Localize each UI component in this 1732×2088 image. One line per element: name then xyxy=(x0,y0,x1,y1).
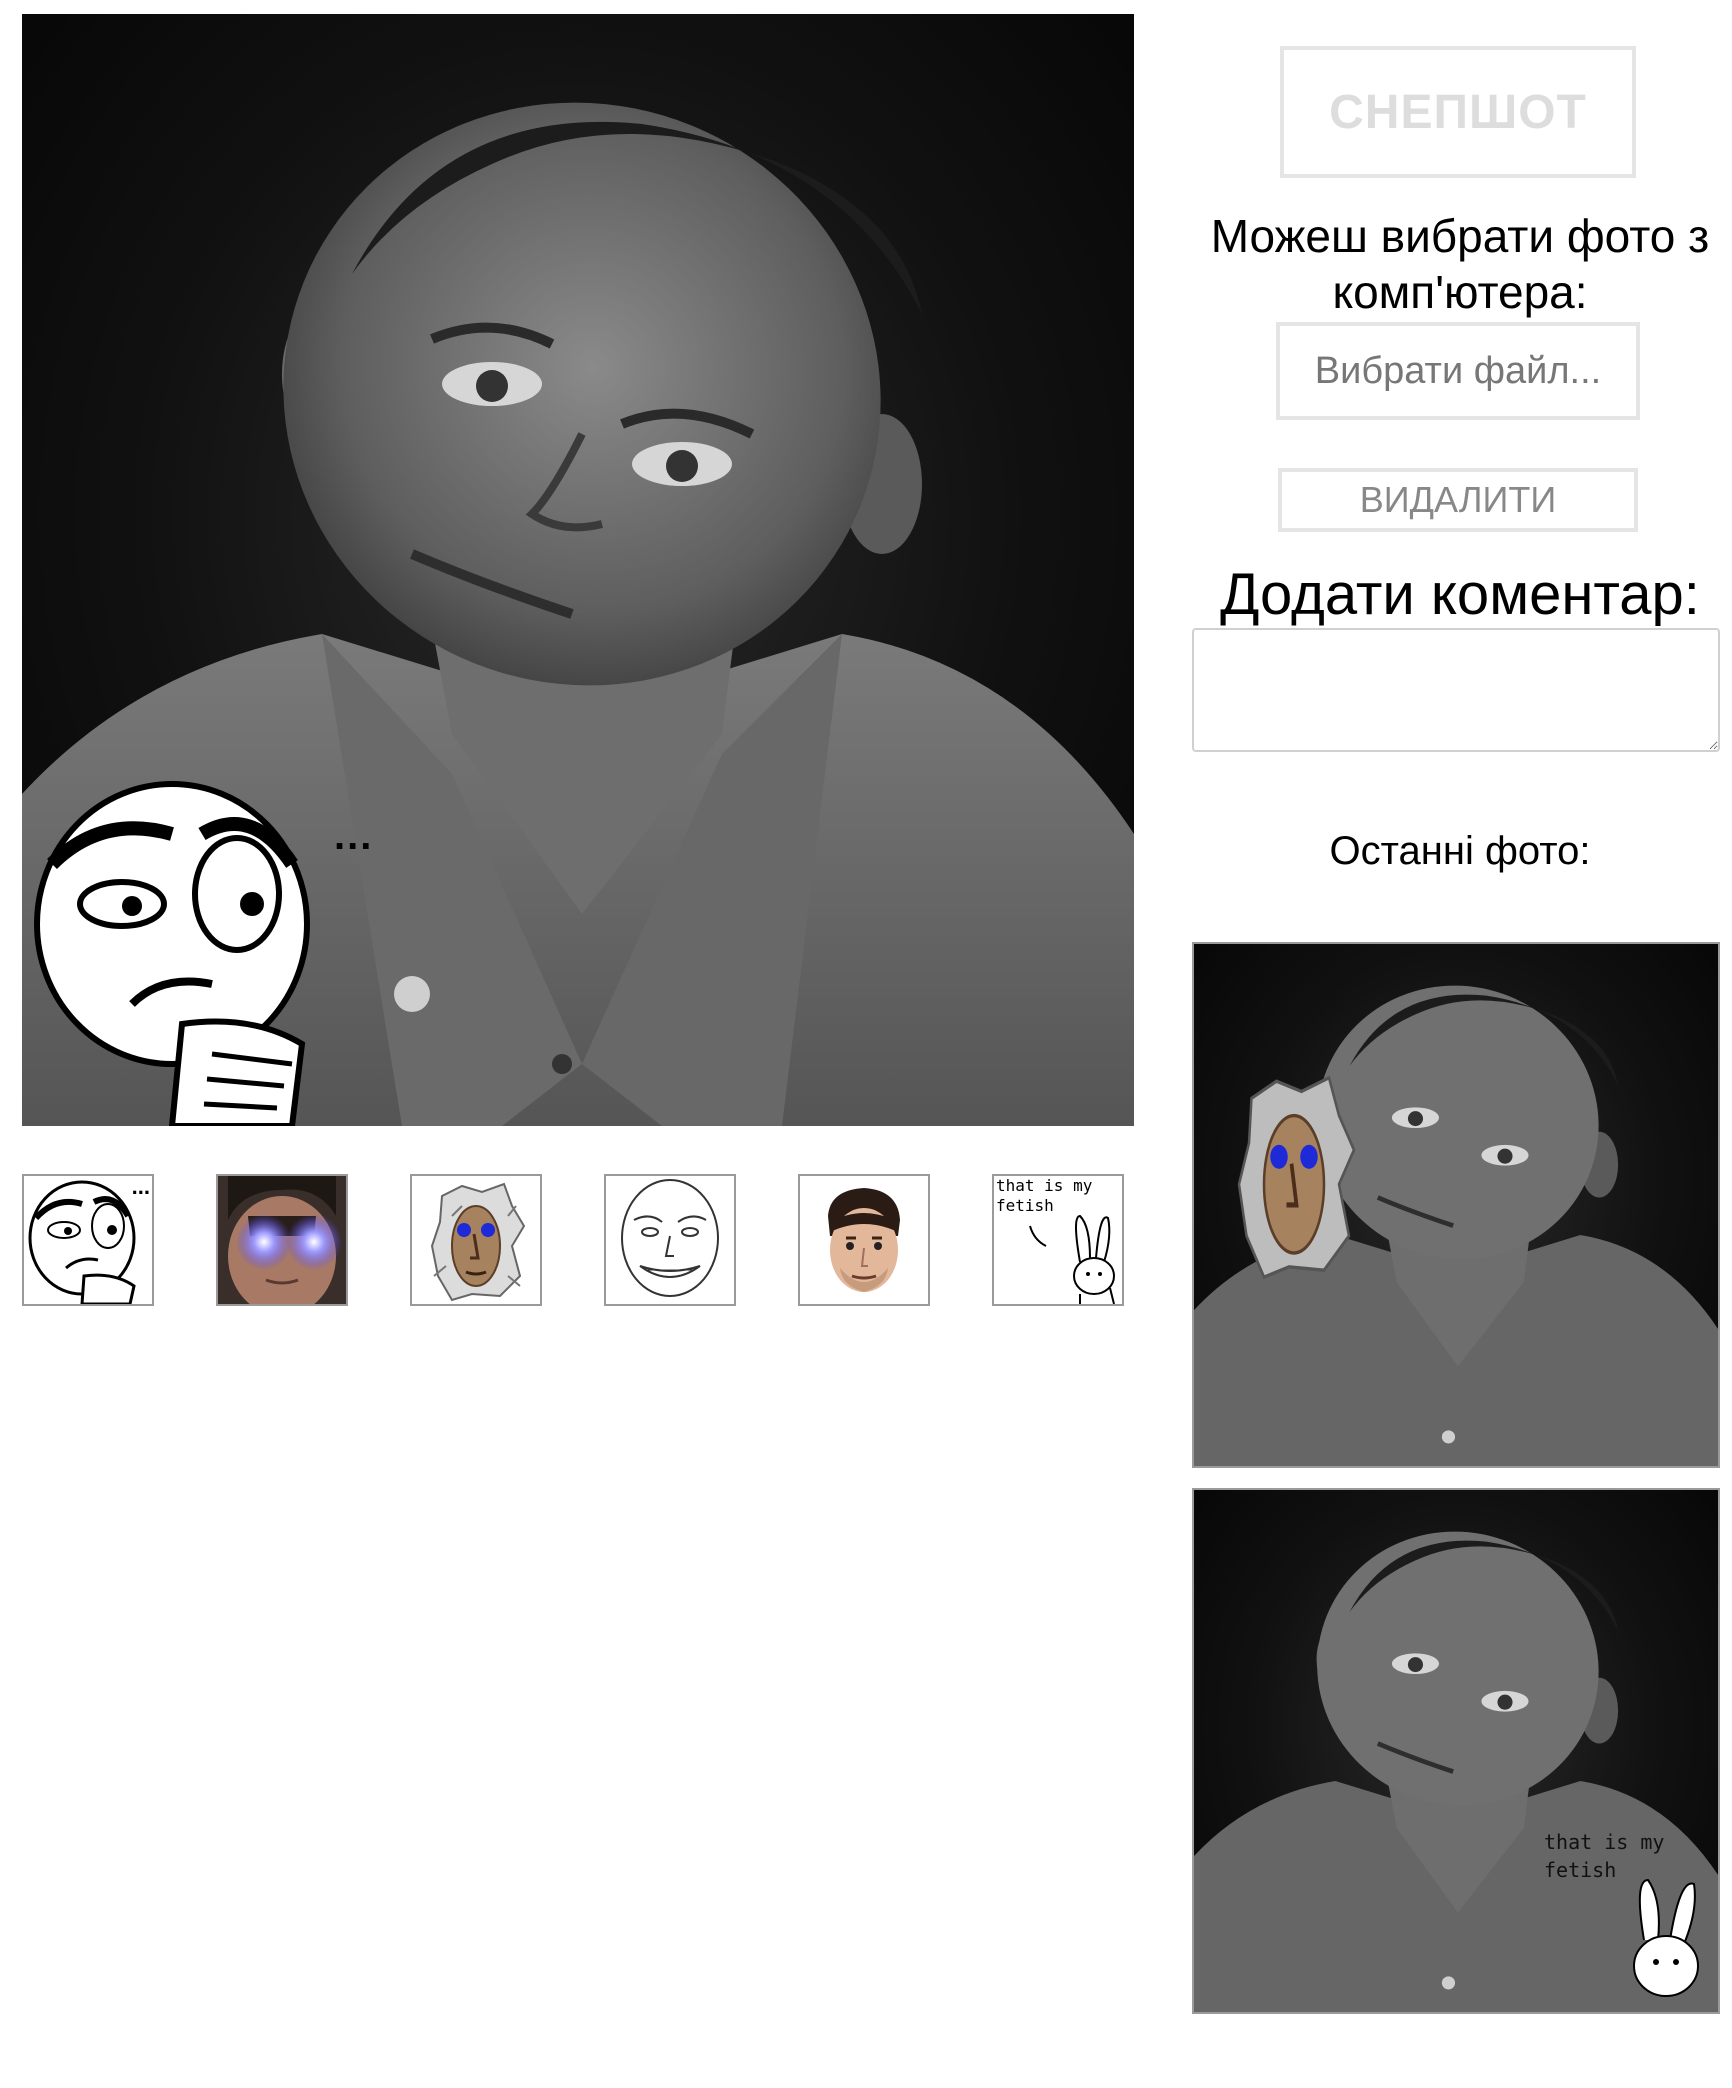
snapshot-button[interactable]: СНЕПШОТ xyxy=(1280,46,1636,178)
comment-label: Додати коментар: xyxy=(1220,562,1700,627)
sticker-caption-dots: ... xyxy=(334,814,374,858)
recent-photo-2-caption-line2: fetish xyxy=(1544,1858,1617,1882)
sticker-wall-face[interactable] xyxy=(410,1174,542,1306)
choose-file-label: Можеш вибрати фото з комп'ютера: xyxy=(1210,210,1710,318)
bunny-icon xyxy=(1633,1878,1699,1997)
recent-photo-1[interactable] xyxy=(1192,942,1720,1468)
choose-file-button[interactable]: Вибрати файл... xyxy=(1276,322,1640,420)
sticker-bunny-fetish[interactable]: that is my fetish xyxy=(992,1174,1124,1306)
sticker-thinking-face[interactable]: ... xyxy=(22,1174,154,1306)
delete-button[interactable]: ВИДАЛИТИ xyxy=(1278,468,1638,532)
comment-textarea[interactable] xyxy=(1192,628,1720,752)
sticker-kappa-face[interactable] xyxy=(798,1174,930,1306)
sticker-caption: ... xyxy=(131,1174,150,1199)
camagru-page: ... ... that is my fetish СНЕПШОТ Можеш … xyxy=(0,0,1732,2088)
recent-photos-label: Останні фото: xyxy=(1329,829,1591,873)
sticker-smiling-face[interactable] xyxy=(604,1174,736,1306)
recent-photo-2-caption-line1: that is my xyxy=(1544,1830,1665,1854)
applied-sticker-thinking-face[interactable] xyxy=(22,774,322,1126)
recent-photo-1-sticker xyxy=(1237,1075,1356,1280)
main-photo-preview: ... xyxy=(22,14,1134,1126)
recent-photo-2[interactable]: that is my fetish xyxy=(1192,1488,1720,2014)
sticker-glowing-eyes[interactable] xyxy=(216,1174,348,1306)
